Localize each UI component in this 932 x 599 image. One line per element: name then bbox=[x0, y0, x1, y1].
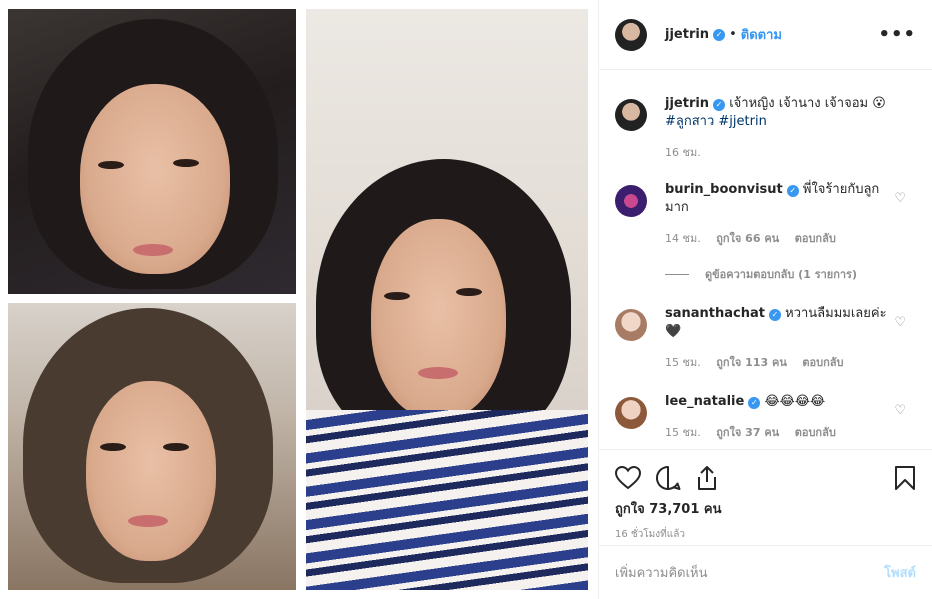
heart-icon[interactable] bbox=[615, 466, 641, 490]
reply-button[interactable]: ตอบกลับ bbox=[802, 356, 843, 369]
separator-dot: • bbox=[729, 27, 737, 42]
comment-item: burin_boonvisut ✓ พี่ใจร้ายกับลูกมาก 14 ช… bbox=[615, 181, 916, 247]
comment-time[interactable]: 14 ชม. bbox=[665, 232, 701, 245]
verified-icon: ✓ bbox=[713, 99, 726, 111]
comment-like-heart-icon[interactable]: ♡ bbox=[894, 191, 906, 206]
comments-list[interactable]: jjetrin ✓ เจ้าหญิง เจ้านาง เจ้าจอม 😮 #ลูก… bbox=[599, 71, 932, 449]
caption-time[interactable]: 16 ชม. bbox=[665, 146, 701, 159]
replies-divider bbox=[665, 273, 689, 275]
comment-time[interactable]: 15 ชม. bbox=[665, 426, 701, 439]
commenter-avatar[interactable] bbox=[615, 309, 647, 341]
follow-button[interactable]: ติดตาม bbox=[741, 24, 782, 45]
comment-like-heart-icon[interactable]: ♡ bbox=[894, 403, 906, 418]
caption: jjetrin ✓ เจ้าหญิง เจ้านาง เจ้าจอม 😮 #ลูก… bbox=[615, 95, 916, 161]
add-comment-bar: เพิ่มความคิดเห็น โพสต์ bbox=[599, 545, 932, 599]
comment-item: sananthachat ✓ หวานลืมมมเลยค่ะ 🖤 15 ชม. ถ… bbox=[615, 305, 916, 371]
post-comment-button[interactable]: โพสต์ bbox=[884, 562, 916, 583]
more-options-icon[interactable]: ••• bbox=[878, 24, 916, 45]
author-avatar[interactable] bbox=[615, 18, 647, 51]
photo-right bbox=[306, 9, 588, 590]
bookmark-icon[interactable] bbox=[894, 465, 916, 491]
share-icon[interactable] bbox=[695, 465, 719, 491]
post-sidebar: jjetrin ✓ • ติดตาม ••• jjetrin ✓ เจ้าหญิง… bbox=[598, 0, 932, 599]
photo-top-left bbox=[8, 9, 296, 294]
comment-username[interactable]: sananthachat bbox=[665, 306, 765, 321]
comment-likes[interactable]: ถูกใจ 113 คน bbox=[716, 356, 787, 369]
add-comment-input[interactable]: เพิ่มความคิดเห็น bbox=[615, 562, 708, 583]
author-username[interactable]: jjetrin bbox=[665, 27, 709, 42]
author-avatar[interactable] bbox=[615, 99, 647, 131]
view-replies-button[interactable]: ดูข้อความตอบกลับ (1 รายการ) bbox=[665, 265, 916, 283]
commenter-avatar[interactable] bbox=[615, 397, 647, 429]
commenter-avatar[interactable] bbox=[615, 185, 647, 217]
verified-icon: ✓ bbox=[713, 28, 726, 41]
photo-bottom-left bbox=[8, 303, 296, 590]
comment-like-heart-icon[interactable]: ♡ bbox=[894, 315, 906, 330]
comment-item: lee_natalie ✓ 😂😂😂😂 15 ชม. ถูกใจ 37 คน ตอบ… bbox=[615, 393, 916, 441]
reply-button[interactable]: ตอบกลับ bbox=[795, 426, 836, 439]
likes-count[interactable]: ถูกใจ 73,701 คน bbox=[615, 498, 916, 519]
comment-text: 😂😂😂😂 bbox=[764, 394, 826, 409]
instagram-post: jjetrin ✓ • ติดตาม ••• jjetrin ✓ เจ้าหญิง… bbox=[0, 0, 932, 599]
post-time-ago[interactable]: 16 ชั่วโมงที่แล้ว bbox=[615, 527, 916, 542]
comment-username[interactable]: burin_boonvisut bbox=[665, 182, 783, 197]
comment-username[interactable]: lee_natalie bbox=[665, 394, 744, 409]
caption-username[interactable]: jjetrin bbox=[665, 96, 709, 111]
post-media[interactable] bbox=[0, 0, 598, 599]
caption-text: เจ้าหญิง เจ้านาง เจ้าจอม 😮 bbox=[729, 96, 886, 111]
verified-icon: ✓ bbox=[748, 397, 761, 409]
reply-button[interactable]: ตอบกลับ bbox=[795, 232, 836, 245]
comment-icon[interactable] bbox=[655, 465, 681, 491]
caption-hashtags[interactable]: #ลูกสาว #jjetrin bbox=[665, 114, 767, 129]
post-header: jjetrin ✓ • ติดตาม ••• bbox=[599, 0, 932, 70]
comment-likes[interactable]: ถูกใจ 66 คน bbox=[716, 232, 779, 245]
view-replies-label[interactable]: ดูข้อความตอบกลับ (1 รายการ) bbox=[705, 265, 857, 283]
verified-icon: ✓ bbox=[786, 185, 799, 197]
verified-icon: ✓ bbox=[768, 309, 781, 321]
post-actions: ถูกใจ 73,701 คน 16 ชั่วโมงที่แล้ว bbox=[599, 449, 932, 542]
comment-likes[interactable]: ถูกใจ 37 คน bbox=[716, 426, 779, 439]
comment-time[interactable]: 15 ชม. bbox=[665, 356, 701, 369]
